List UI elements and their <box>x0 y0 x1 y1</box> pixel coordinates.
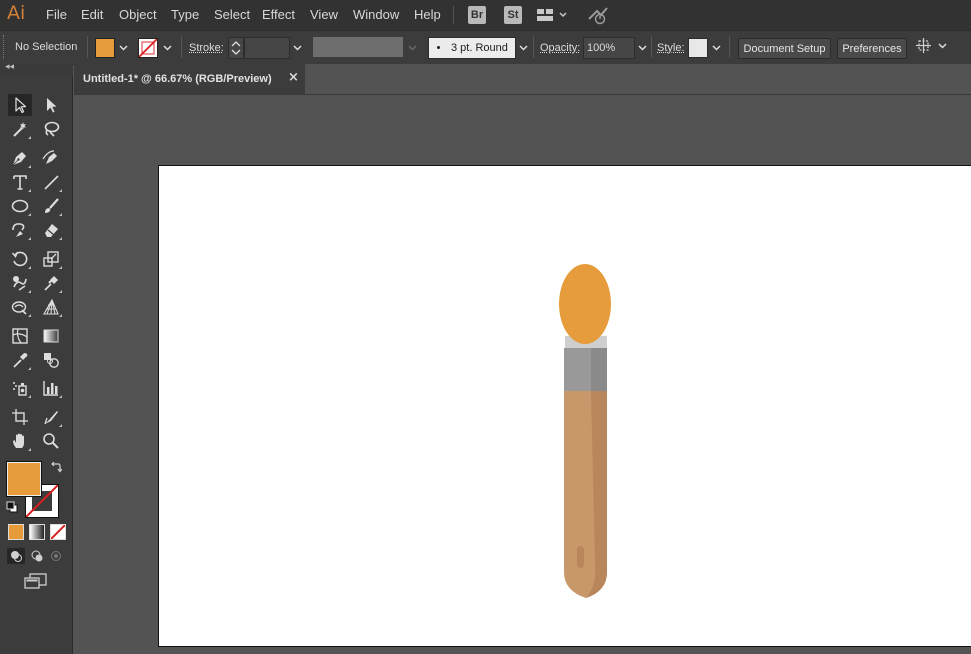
opacity-label[interactable]: Opacity: <box>540 42 580 54</box>
handle-groove <box>577 546 584 568</box>
stroke-weight-chevron-icon[interactable] <box>290 39 304 57</box>
swap-fill-stroke-icon[interactable] <box>50 461 63 476</box>
variable-width-profile[interactable] <box>313 37 403 57</box>
perspective-grid-icon[interactable] <box>39 296 63 318</box>
menu-type[interactable]: Type <box>171 7 199 22</box>
warp-icon[interactable] <box>8 272 32 294</box>
tools-panel-header[interactable]: ◂◂ <box>0 62 73 76</box>
none-mode-button[interactable] <box>50 524 66 540</box>
bridge-button[interactable]: Br <box>468 6 486 24</box>
stroke-swatch[interactable] <box>138 38 158 58</box>
app-logo: Ai <box>7 2 26 24</box>
menu-select[interactable]: Select <box>214 7 250 22</box>
divider <box>181 36 182 58</box>
menu-edit[interactable]: Edit <box>81 7 103 22</box>
brush-label: 3 pt. Round <box>451 42 508 54</box>
brush-chevron-icon[interactable] <box>516 39 530 57</box>
gradient-mode-button[interactable] <box>29 524 45 540</box>
draw-inside-icon[interactable] <box>48 548 64 564</box>
divider <box>87 36 88 58</box>
line-segment-icon[interactable] <box>39 171 63 193</box>
curvature-icon[interactable] <box>39 147 63 169</box>
brush-tip <box>559 264 611 344</box>
gpu-performance-icon[interactable] <box>587 5 609 28</box>
collapse-panel-icon[interactable]: ◂◂ <box>5 62 14 72</box>
zoom-icon[interactable] <box>39 430 63 452</box>
control-bar-grip[interactable] <box>3 35 6 59</box>
brush-dot-icon <box>437 46 440 49</box>
draw-normal-icon[interactable] <box>7 548 25 564</box>
fill-dropdown-chevron-icon[interactable] <box>116 39 130 57</box>
menu-effect[interactable]: Effect <box>262 7 295 22</box>
scale-icon[interactable] <box>39 248 63 270</box>
mesh-icon[interactable] <box>8 325 32 347</box>
eyedropper-icon[interactable] <box>8 349 32 371</box>
style-label[interactable]: Style: <box>657 42 685 54</box>
stroke-label[interactable]: Stroke: <box>189 42 224 54</box>
shaper-icon[interactable] <box>8 219 32 241</box>
color-mode-button[interactable] <box>8 524 24 540</box>
toolbox <box>0 76 73 654</box>
gradient-icon[interactable] <box>39 325 63 347</box>
divider <box>651 36 652 58</box>
fill-swatch[interactable] <box>95 38 115 58</box>
document-tab[interactable]: Untitled-1* @ 66.67% (RGB/Preview) × <box>74 64 305 94</box>
hand-icon[interactable] <box>8 430 32 452</box>
direct-selection-icon[interactable] <box>39 94 63 116</box>
menu-window[interactable]: Window <box>353 7 399 22</box>
divider <box>729 36 730 58</box>
column-graph-icon[interactable] <box>39 377 63 399</box>
document-tab-title: Untitled-1* @ 66.67% (RGB/Preview) <box>83 73 272 85</box>
selection-status: No Selection <box>15 41 78 53</box>
paintbrush-icon[interactable] <box>39 195 63 217</box>
stock-button[interactable]: St <box>504 6 522 24</box>
opacity-input[interactable]: 100% <box>583 37 635 59</box>
paintbrush-artwork <box>559 264 611 598</box>
ellipse-icon[interactable] <box>8 195 32 217</box>
menu-help[interactable]: Help <box>414 7 441 22</box>
puppet-warp-icon[interactable] <box>39 272 63 294</box>
profile-chevron-icon[interactable] <box>405 39 419 57</box>
stroke-dropdown-chevron-icon[interactable] <box>160 39 174 57</box>
menu-separator <box>453 6 454 24</box>
artboard[interactable] <box>158 165 971 647</box>
opacity-value: 100% <box>587 42 616 54</box>
free-transform-icon[interactable] <box>8 296 32 318</box>
close-tab-icon[interactable]: × <box>288 70 299 85</box>
graphic-style-swatch[interactable] <box>688 38 708 58</box>
menu-bar: Ai File Edit Object Type Select Effect V… <box>0 0 971 30</box>
rotate-icon[interactable] <box>8 248 32 270</box>
align-options-icon[interactable] <box>916 38 950 59</box>
magic-wand-icon[interactable] <box>8 118 32 140</box>
blend-icon[interactable] <box>39 349 63 371</box>
opacity-chevron-icon[interactable] <box>635 39 649 57</box>
document-setup-button[interactable]: Document Setup <box>738 38 831 59</box>
preferences-button[interactable]: Preferences <box>837 38 907 59</box>
menu-view[interactable]: View <box>310 7 338 22</box>
eraser-icon[interactable] <box>39 219 63 241</box>
divider <box>533 36 534 58</box>
stroke-weight-input[interactable] <box>244 37 290 59</box>
pen-icon[interactable] <box>8 147 32 169</box>
menu-file[interactable]: File <box>46 7 67 22</box>
lasso-icon[interactable] <box>39 118 63 140</box>
arrange-documents-icon[interactable] <box>537 8 569 25</box>
type-icon[interactable] <box>8 171 32 193</box>
draw-behind-icon[interactable] <box>29 548 45 564</box>
selection-arrow-icon[interactable] <box>8 94 32 116</box>
control-bar: No Selection Stroke: 3 pt. Round Opacity… <box>0 30 971 65</box>
default-fill-stroke-icon[interactable] <box>6 501 18 516</box>
slice-icon[interactable] <box>39 406 63 428</box>
change-screen-mode-icon[interactable] <box>24 573 48 592</box>
fill-color-box[interactable] <box>6 461 42 497</box>
menu-object[interactable]: Object <box>119 7 157 22</box>
stroke-weight-stepper[interactable] <box>228 37 244 59</box>
brush-definition[interactable]: 3 pt. Round <box>428 37 516 59</box>
symbol-sprayer-icon[interactable] <box>8 377 32 399</box>
brush-ferrule-shade <box>591 348 607 391</box>
artboard-icon[interactable] <box>8 406 32 428</box>
style-chevron-icon[interactable] <box>709 39 723 57</box>
